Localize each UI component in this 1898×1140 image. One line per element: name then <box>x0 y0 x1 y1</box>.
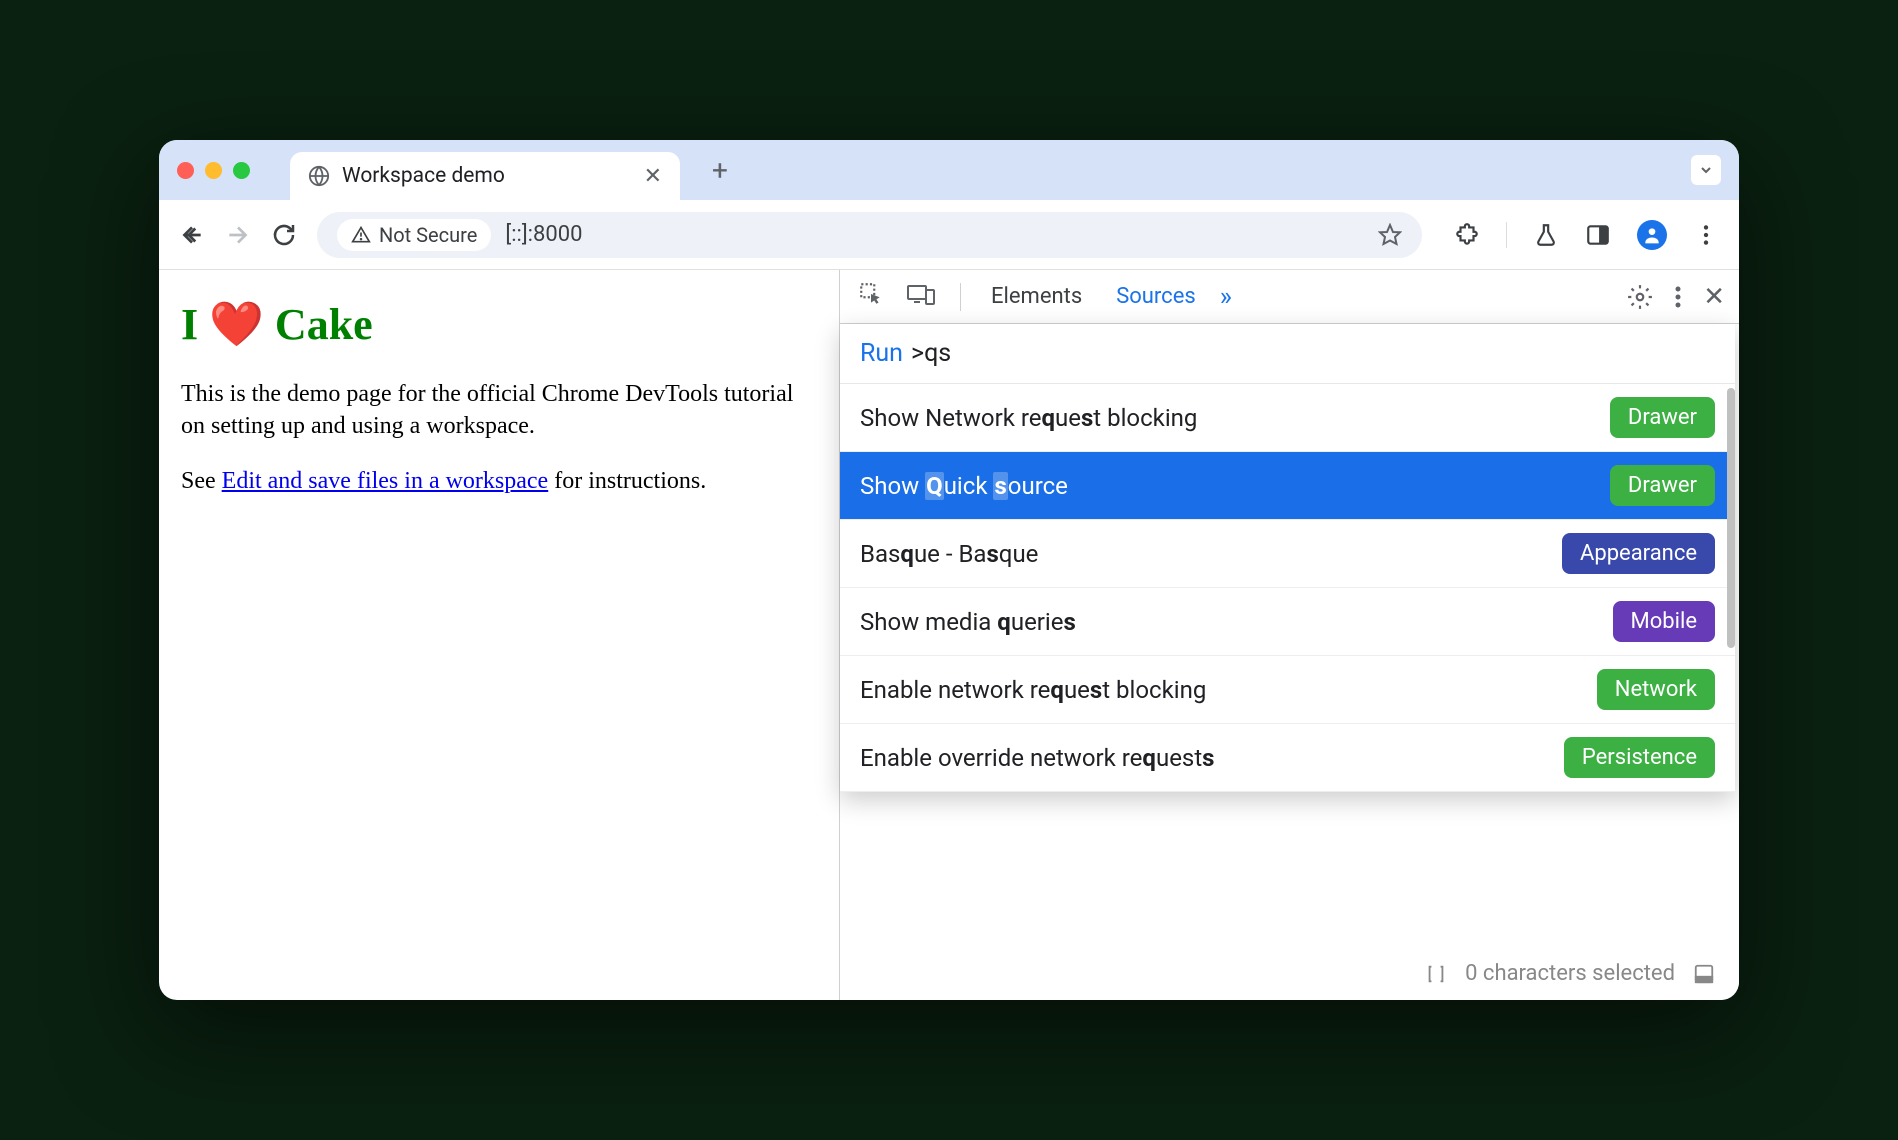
gear-icon[interactable] <box>1627 284 1653 310</box>
run-label: Run <box>860 339 903 368</box>
reload-button[interactable] <box>271 222 297 248</box>
command-item-badge: Network <box>1597 669 1715 710</box>
heart-icon: ❤️ <box>209 300 264 349</box>
bookmark-star-icon[interactable] <box>1378 223 1402 247</box>
device-toolbar-icon[interactable] <box>902 277 940 317</box>
command-list: Show Network request blockingDrawerShow … <box>840 384 1735 792</box>
browser-window: Workspace demo ✕ + Not Secure [::]:8000 <box>159 140 1739 1000</box>
forward-button[interactable] <box>225 222 251 248</box>
page-content: I ❤️ Cake This is the demo page for the … <box>159 270 839 1000</box>
command-input-row[interactable]: Run >qs <box>840 324 1735 384</box>
workspace-tutorial-link[interactable]: Edit and save files in a workspace <box>222 468 549 494</box>
person-icon <box>1642 225 1662 245</box>
content-area: I ❤️ Cake This is the demo page for the … <box>159 270 1739 1000</box>
warning-icon <box>351 225 371 245</box>
devtools-panel: Elements Sources » ✕ Run >qs Show Networ… <box>839 270 1739 1000</box>
titlebar: Workspace demo ✕ + <box>159 140 1739 200</box>
command-item-label: Show Network request blocking <box>860 404 1610 432</box>
sidepanel-icon[interactable] <box>1585 222 1611 248</box>
tab-title: Workspace demo <box>342 164 632 188</box>
new-tab-button[interactable]: + <box>712 154 728 187</box>
security-chip[interactable]: Not Secure <box>337 219 491 251</box>
command-query: >qs <box>911 339 951 368</box>
toolbar-divider <box>1506 222 1507 248</box>
scrollbar[interactable] <box>1727 388 1735 648</box>
close-window-button[interactable] <box>177 162 194 179</box>
minimize-window-button[interactable] <box>205 162 222 179</box>
command-item-label: Show Quick source <box>860 472 1610 500</box>
command-item[interactable]: Basque - BasqueAppearance <box>840 520 1735 588</box>
command-item-badge: Drawer <box>1610 465 1715 506</box>
tab-separator <box>960 283 961 311</box>
coverage-icon[interactable] <box>1693 963 1715 985</box>
devtools-right-controls: ✕ <box>1627 282 1725 312</box>
p2-prefix: See <box>181 468 222 494</box>
url-text: [::]:8000 <box>505 222 1364 247</box>
inspect-element-icon[interactable] <box>854 277 888 317</box>
page-paragraph-2: See Edit and save files in a workspace f… <box>181 465 817 497</box>
command-item[interactable]: Show Quick sourceDrawer <box>840 452 1735 520</box>
maximize-window-button[interactable] <box>233 162 250 179</box>
menu-icon[interactable] <box>1693 222 1719 248</box>
titlebar-right <box>1691 155 1721 185</box>
command-item[interactable]: Enable override network requestsPersiste… <box>840 724 1735 792</box>
status-text: 0 characters selected <box>1465 961 1675 986</box>
tabs-dropdown-button[interactable] <box>1691 155 1721 185</box>
tab-elements[interactable]: Elements <box>981 270 1092 323</box>
page-heading: I ❤️ Cake <box>181 298 817 350</box>
command-item-badge: Drawer <box>1610 397 1715 438</box>
tab-close-icon[interactable]: ✕ <box>644 164 662 189</box>
command-item[interactable]: Enable network request blockingNetwork <box>840 656 1735 724</box>
devtools-tabbar: Elements Sources » ✕ <box>840 270 1739 324</box>
profile-avatar[interactable] <box>1637 220 1667 250</box>
brackets-icon[interactable] <box>1425 963 1447 985</box>
window-controls <box>177 162 250 179</box>
command-item-badge: Persistence <box>1564 737 1715 778</box>
p2-suffix: for instructions. <box>548 468 706 494</box>
command-item[interactable]: Show Network request blockingDrawer <box>840 384 1735 452</box>
globe-icon <box>308 165 330 187</box>
command-item-label: Show media queries <box>860 608 1613 636</box>
command-item-label: Enable network request blocking <box>860 676 1597 704</box>
labs-icon[interactable] <box>1533 222 1559 248</box>
command-menu: Run >qs Show Network request blockingDra… <box>840 324 1735 792</box>
status-bar: 0 characters selected <box>1415 955 1725 992</box>
kebab-menu-icon[interactable] <box>1675 286 1681 308</box>
browser-toolbar: Not Secure [::]:8000 <box>159 200 1739 270</box>
extensions-icon[interactable] <box>1454 222 1480 248</box>
not-secure-label: Not Secure <box>379 223 477 247</box>
toolbar-icons <box>1454 220 1719 250</box>
back-button[interactable] <box>179 222 205 248</box>
browser-tab[interactable]: Workspace demo ✕ <box>290 152 680 200</box>
page-paragraph-1: This is the demo page for the official C… <box>181 378 817 443</box>
close-devtools-icon[interactable]: ✕ <box>1703 282 1725 312</box>
heading-suffix: Cake <box>264 300 373 349</box>
address-bar[interactable]: Not Secure [::]:8000 <box>317 212 1422 258</box>
command-item[interactable]: Show media queriesMobile <box>840 588 1735 656</box>
tab-sources[interactable]: Sources <box>1106 270 1206 323</box>
command-item-label: Basque - Basque <box>860 540 1562 568</box>
more-tabs-icon[interactable]: » <box>1220 282 1232 312</box>
command-item-badge: Mobile <box>1613 601 1715 642</box>
command-item-badge: Appearance <box>1562 533 1715 574</box>
command-item-label: Enable override network requests <box>860 744 1564 772</box>
heading-prefix: I <box>181 300 209 349</box>
